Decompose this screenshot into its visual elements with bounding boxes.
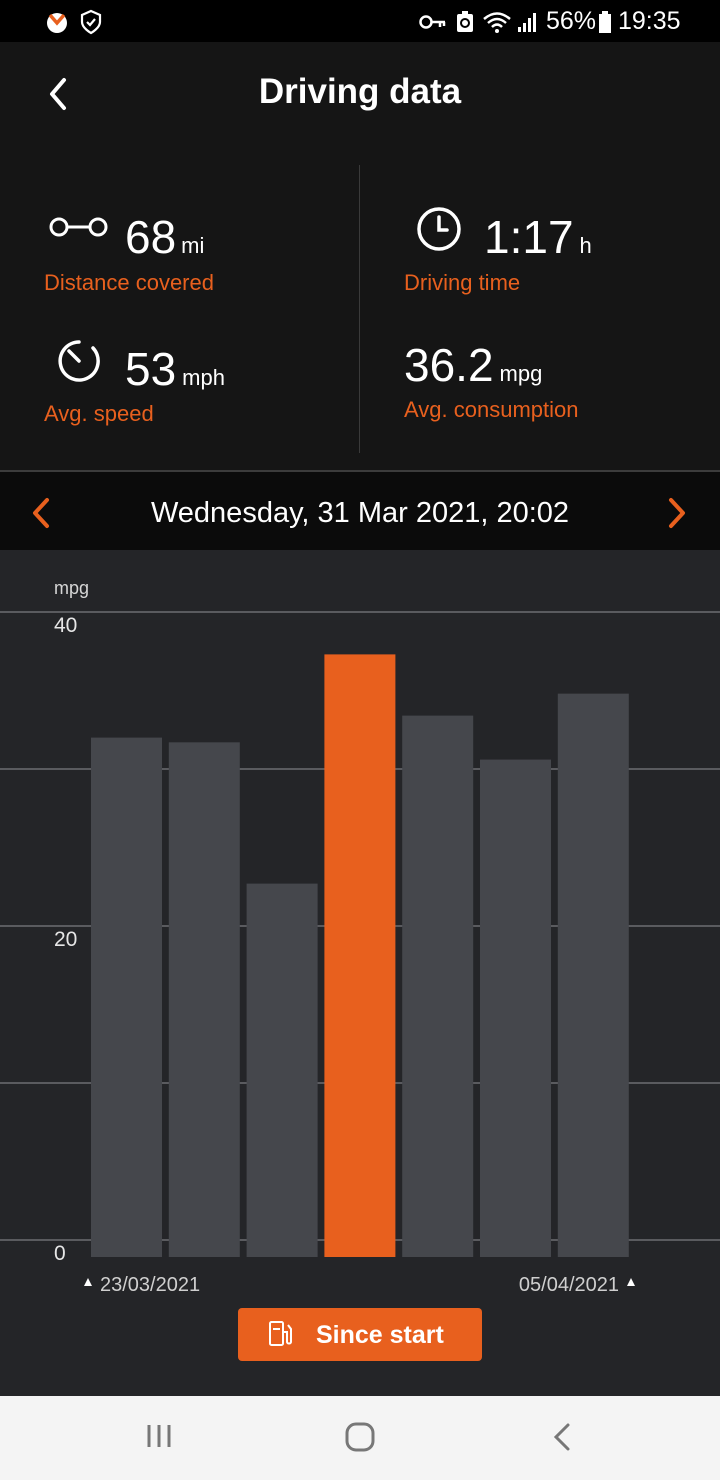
x-end-label: 05/04/2021 <box>519 1274 619 1296</box>
y-tick-label: 0 <box>54 1242 66 1265</box>
since-start-button[interactable]: Since start <box>238 1308 482 1361</box>
bar[interactable] <box>402 715 474 1257</box>
home-icon[interactable] <box>344 1421 376 1453</box>
status-bar: 56% 19:35 <box>0 0 720 42</box>
end-marker-icon <box>627 1278 635 1286</box>
start-marker-icon <box>84 1278 92 1286</box>
stats-divider <box>359 165 360 453</box>
y-tick-label: 40 <box>54 614 77 637</box>
bar[interactable] <box>91 737 162 1257</box>
distance-stat: 68 mi <box>125 210 204 264</box>
distance-unit: mi <box>181 233 205 258</box>
signal-icon <box>518 13 536 32</box>
avg-consumption-stat: 36.2 mpg <box>404 338 542 392</box>
next-trip-icon[interactable] <box>666 497 688 529</box>
bar-selected[interactable] <box>324 654 396 1257</box>
avg-speed-value: 53 <box>125 343 177 395</box>
battery-icon <box>599 11 611 33</box>
key-icon <box>419 15 446 29</box>
avg-speed-label: Avg. speed <box>44 401 154 426</box>
bar[interactable] <box>246 883 318 1257</box>
wifi-icon <box>483 12 511 33</box>
driving-time-stat: 1:17 h <box>484 210 592 264</box>
avg-consumption-value: 36.2 <box>404 339 494 391</box>
clock-icon <box>417 207 461 251</box>
driving-time-value: 1:17 <box>484 211 574 263</box>
app-notification-icon <box>47 13 67 33</box>
battery-saver-icon <box>457 11 473 32</box>
since-start-label: Since start <box>316 1321 444 1349</box>
bar[interactable] <box>168 742 240 1257</box>
speedometer-icon <box>58 340 100 382</box>
y-tick-label: 20 <box>54 928 77 951</box>
x-start-label: 23/03/2021 <box>100 1274 200 1296</box>
bar[interactable] <box>557 693 629 1257</box>
recent-apps-icon[interactable] <box>145 1422 175 1450</box>
consumption-chart: mpg 0 20 40 23/03/2021 05/04/2021 <box>0 578 720 1296</box>
fuel-pump-icon <box>269 1321 292 1346</box>
clock: 19:35 <box>618 7 681 35</box>
avg-consumption-unit: mpg <box>499 361 543 386</box>
battery-percent: 56% <box>546 7 597 35</box>
page-title: Driving data <box>258 72 462 111</box>
distance-icon <box>49 217 108 237</box>
avg-consumption-label: Avg. consumption <box>404 397 579 422</box>
trip-date: Wednesday, 31 Mar 2021, 20:02 <box>150 497 570 529</box>
distance-value: 68 <box>125 211 177 263</box>
shield-check-icon <box>80 9 102 35</box>
navigation-bar <box>0 1396 720 1480</box>
driving-time-unit: h <box>579 233 592 258</box>
system-back-icon[interactable] <box>549 1421 575 1453</box>
avg-speed-unit: mph <box>182 365 225 390</box>
bar[interactable] <box>480 759 551 1257</box>
driving-time-label: Driving time <box>404 270 521 295</box>
avg-speed-stat: 53 mph <box>125 342 225 396</box>
y-axis-label: mpg <box>54 578 89 598</box>
distance-label: Distance covered <box>44 270 214 295</box>
